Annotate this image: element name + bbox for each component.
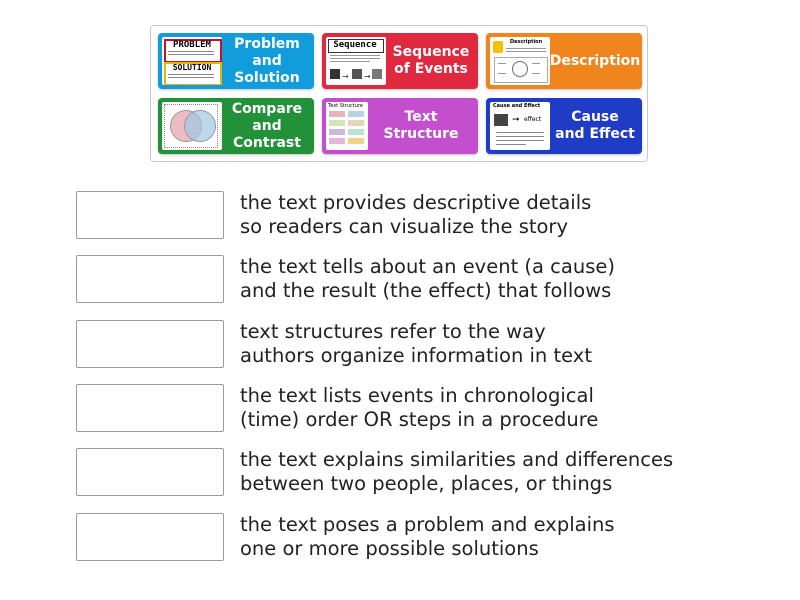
tile-label: Sequence of Events bbox=[392, 44, 470, 77]
sequence-thumbnail: Sequence → → bbox=[326, 37, 386, 85]
drop-zone[interactable] bbox=[76, 320, 224, 368]
description-text: the text provides descriptive details so… bbox=[240, 191, 592, 238]
text-structure-thumbnail: Text Structure bbox=[326, 102, 368, 150]
thumb-text-solution: SOLUTION bbox=[172, 63, 212, 72]
tile-text-structure[interactable]: Text Structure Text Structure bbox=[322, 98, 478, 154]
description-text: text structures refer to the way authors… bbox=[240, 320, 592, 367]
tile-cause-and-effect[interactable]: Cause and Effect ➞ effect Cause and Effe… bbox=[486, 98, 642, 154]
drop-zone[interactable] bbox=[76, 384, 224, 432]
tile-description[interactable]: Description Description bbox=[486, 33, 642, 89]
thumb-text-problem: PROBLEM bbox=[173, 40, 211, 50]
description-thumbnail: Description bbox=[490, 37, 550, 85]
problem-solution-thumbnail: PROBLEM SOLUTION bbox=[162, 37, 222, 85]
thumb-text-sequence: Sequence bbox=[333, 40, 377, 50]
match-row: text structures refer to the way authors… bbox=[76, 320, 716, 370]
drop-zone[interactable] bbox=[76, 255, 224, 303]
thumb-text-structure: Text Structure bbox=[328, 103, 363, 109]
match-row: the text tells about an event (a cause) … bbox=[76, 255, 716, 305]
tile-sequence-of-events[interactable]: Sequence → → Sequence of Events bbox=[322, 33, 478, 89]
tile-label: Compare and Contrast bbox=[231, 100, 303, 151]
match-row: the text explains similarities and diffe… bbox=[76, 448, 716, 498]
tile-label: Description bbox=[549, 52, 641, 69]
tile-label: Problem and Solution bbox=[234, 35, 300, 86]
drop-zone[interactable] bbox=[76, 448, 224, 496]
match-row: the text lists events in chronological (… bbox=[76, 384, 716, 434]
description-text: the text explains similarities and diffe… bbox=[240, 448, 674, 495]
compare-contrast-thumbnail bbox=[162, 102, 222, 150]
drop-zone[interactable] bbox=[76, 191, 224, 239]
thumb-text-effect: effect bbox=[524, 116, 542, 123]
thumb-text-cause-effect: Cause and Effect bbox=[493, 103, 541, 109]
tile-compare-and-contrast[interactable]: Compare and Contrast bbox=[158, 98, 314, 154]
match-row: the text provides descriptive details so… bbox=[76, 191, 716, 241]
thumb-text-description: Description bbox=[509, 39, 543, 45]
answer-bank: PROBLEM SOLUTION Problem and Solution Se… bbox=[150, 25, 648, 162]
cause-effect-thumbnail: Cause and Effect ➞ effect bbox=[490, 102, 550, 150]
description-text: the text tells about an event (a cause) … bbox=[240, 255, 615, 302]
match-row: the text poses a problem and explains on… bbox=[76, 513, 716, 563]
tile-label: Text Structure bbox=[383, 109, 459, 142]
tile-label: Cause and Effect bbox=[555, 109, 635, 142]
tile-problem-and-solution[interactable]: PROBLEM SOLUTION Problem and Solution bbox=[158, 33, 314, 89]
drop-zone[interactable] bbox=[76, 513, 224, 561]
description-text: the text poses a problem and explains on… bbox=[240, 513, 615, 560]
description-text: the text lists events in chronological (… bbox=[240, 384, 599, 431]
